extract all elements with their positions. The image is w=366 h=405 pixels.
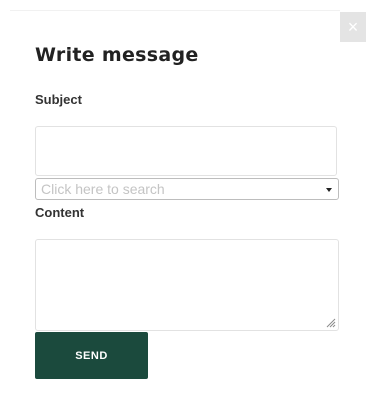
subject-field[interactable]: [35, 126, 337, 176]
close-icon[interactable]: ×: [348, 18, 359, 36]
subject-label: Subject: [35, 92, 82, 107]
dialog-title: Write message: [35, 44, 199, 66]
content-label: Content: [35, 205, 85, 220]
recipient-search-select[interactable]: Click here to search: [35, 178, 339, 200]
chevron-down-icon[interactable]: [326, 188, 332, 192]
select-placeholder: Click here to search: [41, 181, 165, 197]
send-button-label: SEND: [75, 349, 108, 362]
close-button[interactable]: ×: [340, 12, 366, 42]
top-divider: [10, 10, 340, 11]
resize-grip-icon[interactable]: [326, 318, 336, 328]
send-button[interactable]: SEND: [35, 332, 148, 379]
content-textarea[interactable]: [35, 239, 339, 331]
